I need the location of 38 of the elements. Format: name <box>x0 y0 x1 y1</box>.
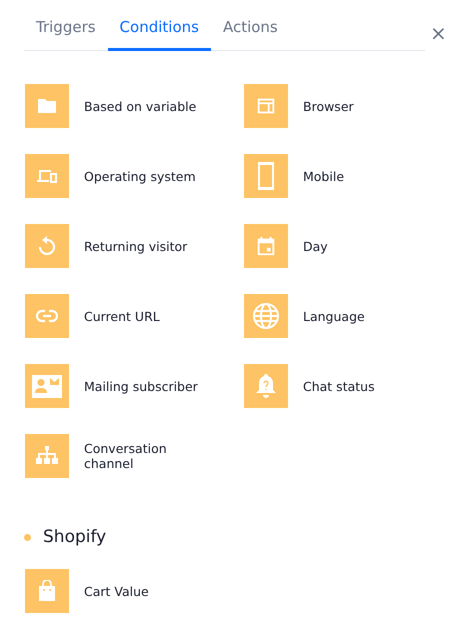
section-title: Shopify <box>43 527 106 547</box>
condition-label: Based on variable <box>84 98 198 114</box>
condition-item[interactable]: Chat status <box>244 364 433 408</box>
condition-item[interactable]: Language <box>244 294 433 338</box>
tab[interactable]: Triggers <box>24 10 108 51</box>
sitemap-icon <box>35 445 59 467</box>
globe-icon <box>252 302 280 330</box>
condition-item[interactable]: Mailing subscriber <box>25 364 243 408</box>
condition-label: Language <box>303 308 366 324</box>
section-dot <box>24 534 31 540</box>
condition-item[interactable]: Returning visitor <box>25 224 243 268</box>
link-icon <box>36 309 58 323</box>
condition-item[interactable]: Browser <box>244 84 433 128</box>
condition-label: Operating system <box>84 168 197 184</box>
condition-item[interactable]: Conversation channel <box>25 434 243 478</box>
condition-item[interactable]: Mobile <box>244 154 433 198</box>
tab[interactable]: Actions <box>210 10 290 51</box>
condition-label: Current URL <box>84 308 161 324</box>
condition-item[interactable]: Cart Value <box>25 569 243 613</box>
condition-item[interactable]: Based on variable <box>25 84 243 128</box>
condition-label: Conversation channel <box>84 441 168 471</box>
condition-label: Day <box>303 238 329 254</box>
condition-label: Mobile <box>303 168 346 184</box>
condition-item[interactable]: Day <box>244 224 433 268</box>
condition-label: Cart Value <box>84 584 150 598</box>
condition-label: Mailing subscriber <box>84 378 199 394</box>
condition-label: Browser <box>303 98 355 114</box>
bell-icon <box>255 373 277 399</box>
calendar-icon <box>255 235 277 257</box>
shopping-bag-icon <box>38 580 56 602</box>
smartphone-icon <box>256 161 276 191</box>
close-button[interactable]: × <box>430 24 444 42</box>
condition-label: Chat status <box>303 378 376 394</box>
condition-item[interactable]: Operating system <box>25 154 243 198</box>
condition-item[interactable]: Current URL <box>25 294 243 338</box>
condition-label: Returning visitor <box>84 238 188 254</box>
tab[interactable]: Conditions <box>108 10 211 51</box>
contact-card-icon <box>32 374 62 398</box>
